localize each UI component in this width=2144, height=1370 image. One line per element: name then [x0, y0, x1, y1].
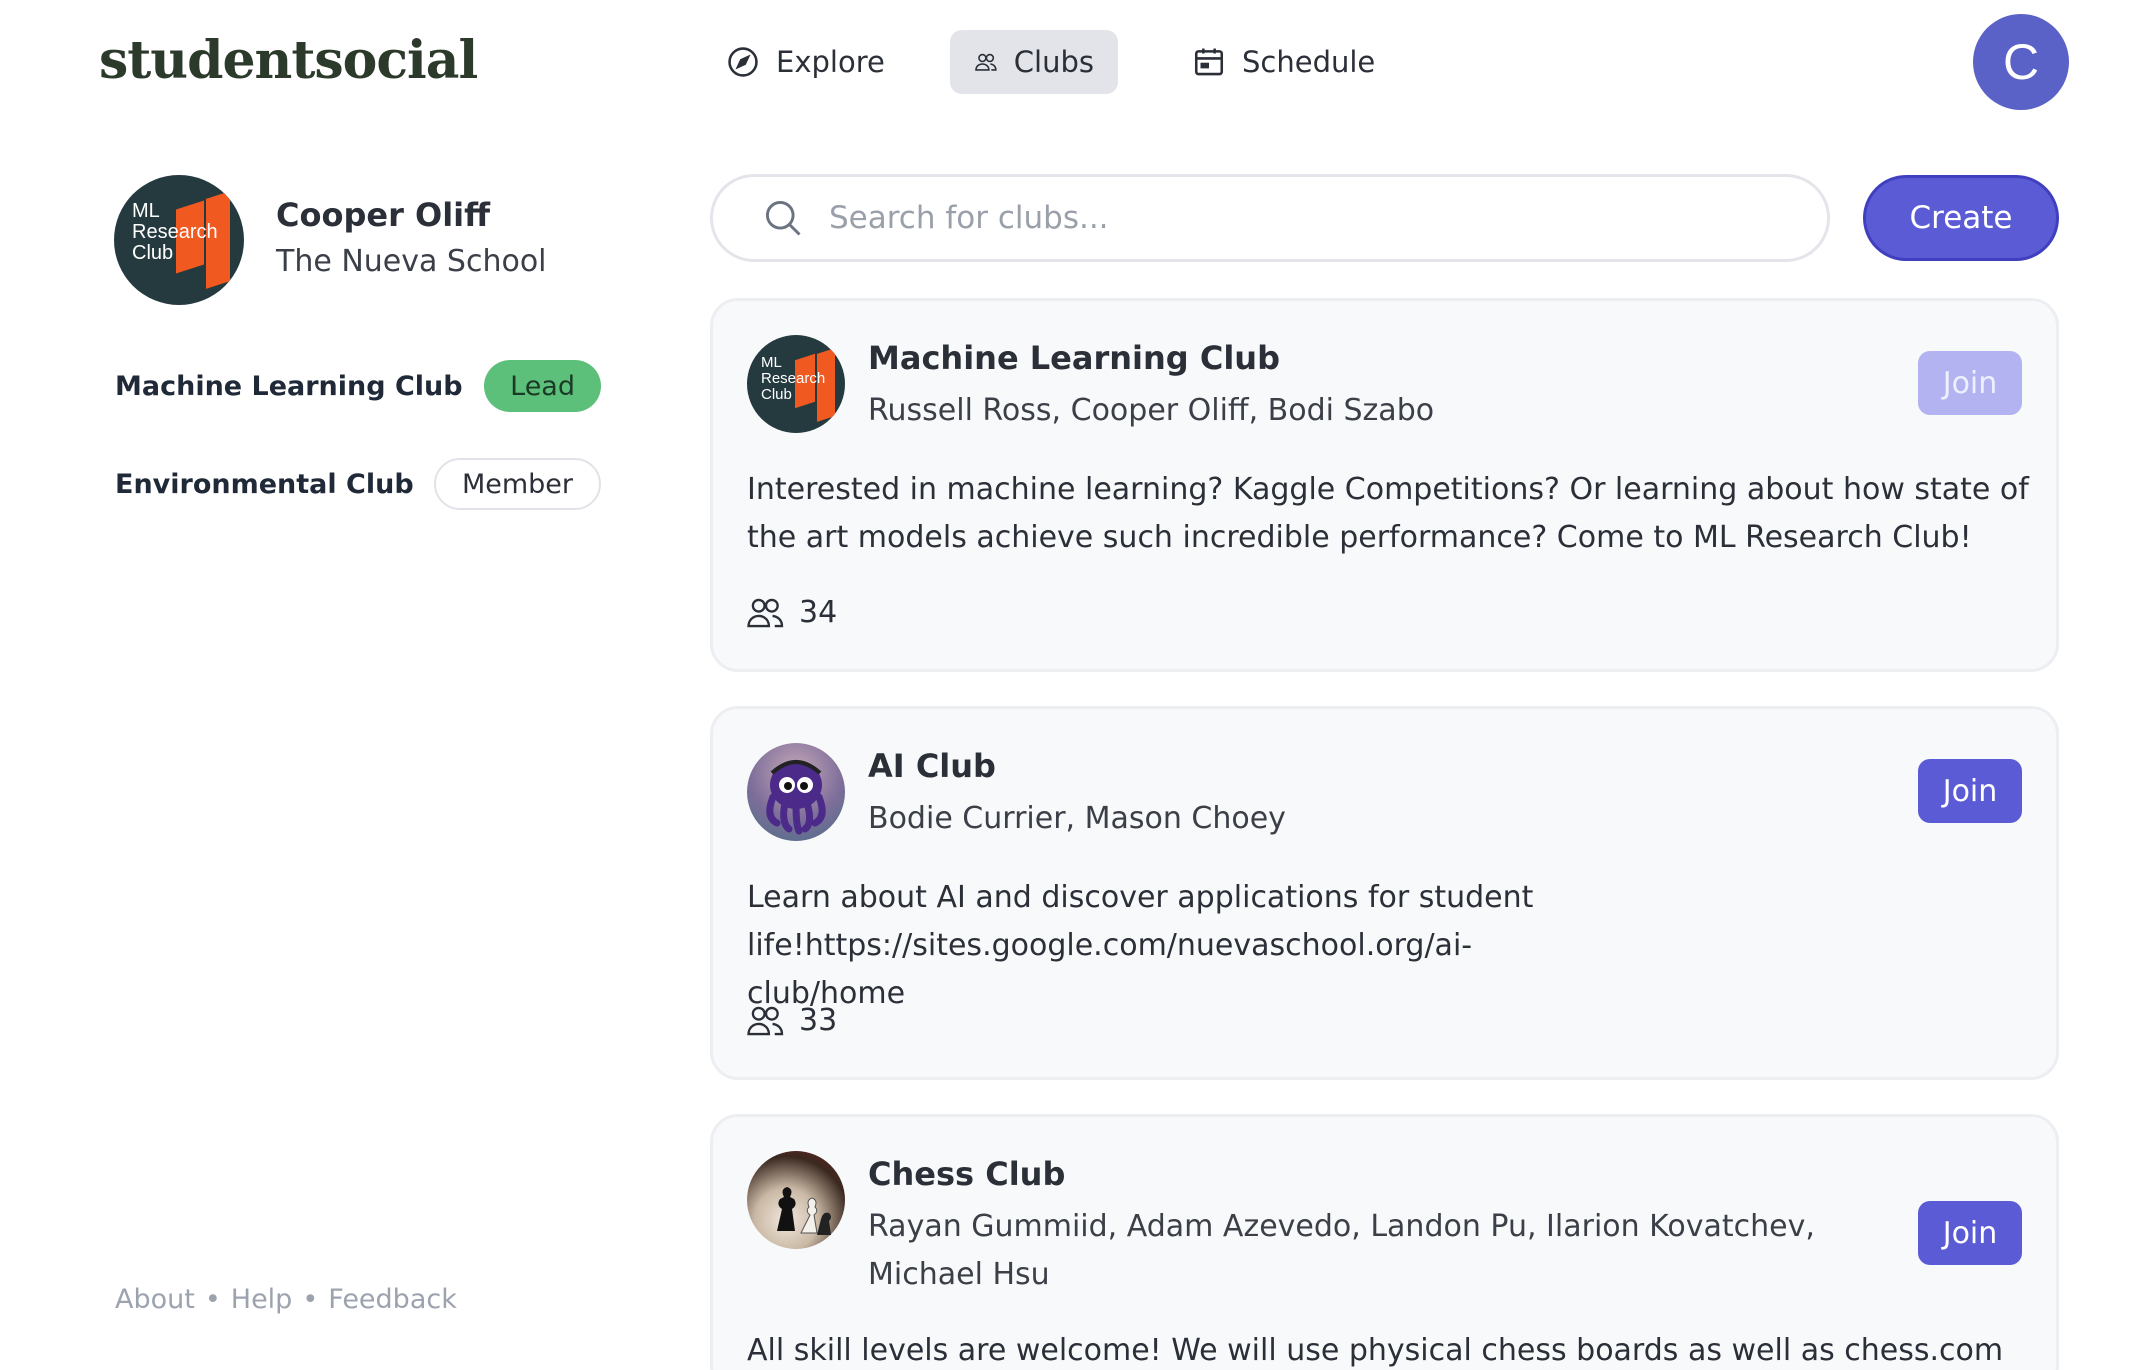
- footer-separator: •: [302, 1284, 319, 1315]
- search-icon: [765, 200, 801, 236]
- club-logo: [747, 743, 845, 841]
- avatar-text-line: ML: [132, 200, 160, 222]
- club-leads: Rayan Gummiid, Adam Azevedo, Landon Pu, …: [868, 1209, 1815, 1292]
- club-title[interactable]: AI Club: [868, 747, 996, 785]
- footer-separator: •: [204, 1284, 221, 1315]
- profile-name: Cooper Oliff: [276, 196, 491, 234]
- profile-avatar: ML Research Club: [114, 175, 244, 305]
- join-button[interactable]: Join: [1918, 759, 2022, 823]
- my-club-item[interactable]: Environmental Club Member: [115, 458, 601, 510]
- nav-clubs[interactable]: Clubs: [950, 30, 1118, 94]
- footer-links: About • Help • Feedback: [115, 1284, 457, 1315]
- nav-schedule[interactable]: Schedule: [1168, 30, 1399, 94]
- users-icon: [975, 53, 997, 71]
- member-count: 33: [747, 1003, 837, 1038]
- footer-about-link[interactable]: About: [115, 1284, 195, 1315]
- club-leads: Bodie Currier, Mason Choey: [868, 801, 1286, 836]
- nav-explore-label: Explore: [776, 45, 885, 79]
- member-count: 34: [747, 595, 837, 630]
- logo-text-line: ML: [761, 354, 782, 371]
- member-count-value: 34: [799, 595, 838, 630]
- join-button[interactable]: Join: [1918, 351, 2022, 415]
- members-icon: [747, 1006, 784, 1035]
- avatar-text-line: Club: [132, 242, 174, 264]
- member-count-value: 33: [799, 1003, 838, 1038]
- avatar-text-line: Research: [132, 221, 218, 243]
- chess-pieces-icon: [777, 1187, 831, 1235]
- club-title[interactable]: Chess Club: [868, 1155, 1065, 1193]
- footer-feedback-link[interactable]: Feedback: [328, 1284, 457, 1315]
- club-card[interactable]: ML Research Club Machine Learning Club R…: [710, 298, 2059, 672]
- role-badge-lead: Lead: [484, 360, 601, 412]
- club-logo: ML Research Club: [747, 335, 845, 433]
- user-avatar[interactable]: C: [1973, 14, 2069, 110]
- nav-schedule-label: Schedule: [1242, 45, 1376, 79]
- compass-icon: [728, 47, 758, 77]
- nav-explore[interactable]: Explore: [702, 30, 909, 94]
- create-button[interactable]: Create: [1863, 175, 2059, 261]
- members-icon: [747, 598, 784, 627]
- logo-text-line: Club: [761, 385, 792, 403]
- club-title[interactable]: Machine Learning Club: [868, 339, 1280, 377]
- club-description: Interested in machine learning? Kaggle C…: [747, 472, 2029, 555]
- my-club-item[interactable]: Machine Learning Club Lead: [115, 360, 601, 412]
- club-logo: [747, 1151, 845, 1249]
- my-club-name: Machine Learning Club: [115, 370, 463, 402]
- my-club-name: Environmental Club: [115, 468, 414, 500]
- club-description: All skill levels are welcome! We will us…: [747, 1333, 2004, 1368]
- octopus-icon: [766, 760, 826, 835]
- club-description: Learn about AI and discover applications…: [747, 880, 1534, 1011]
- profile-school: The Nueva School: [276, 244, 547, 279]
- search-input[interactable]: [829, 200, 1729, 236]
- join-button[interactable]: Join: [1918, 1201, 2022, 1265]
- footer-help-link[interactable]: Help: [231, 1284, 293, 1315]
- app-logo[interactable]: studentsocial: [99, 30, 478, 91]
- search-bar[interactable]: [710, 174, 1830, 262]
- logo-text-line: Research: [761, 369, 826, 387]
- club-card[interactable]: Chess Club Rayan Gummiid, Adam Azevedo, …: [710, 1114, 2059, 1370]
- calendar-icon: [1194, 48, 1224, 76]
- role-badge-member: Member: [433, 458, 601, 510]
- club-leads: Russell Ross, Cooper Oliff, Bodi Szabo: [868, 393, 1435, 428]
- nav-clubs-label: Clubs: [1013, 45, 1094, 79]
- club-card[interactable]: AI Club Bodie Currier, Mason Choey Join …: [710, 706, 2059, 1080]
